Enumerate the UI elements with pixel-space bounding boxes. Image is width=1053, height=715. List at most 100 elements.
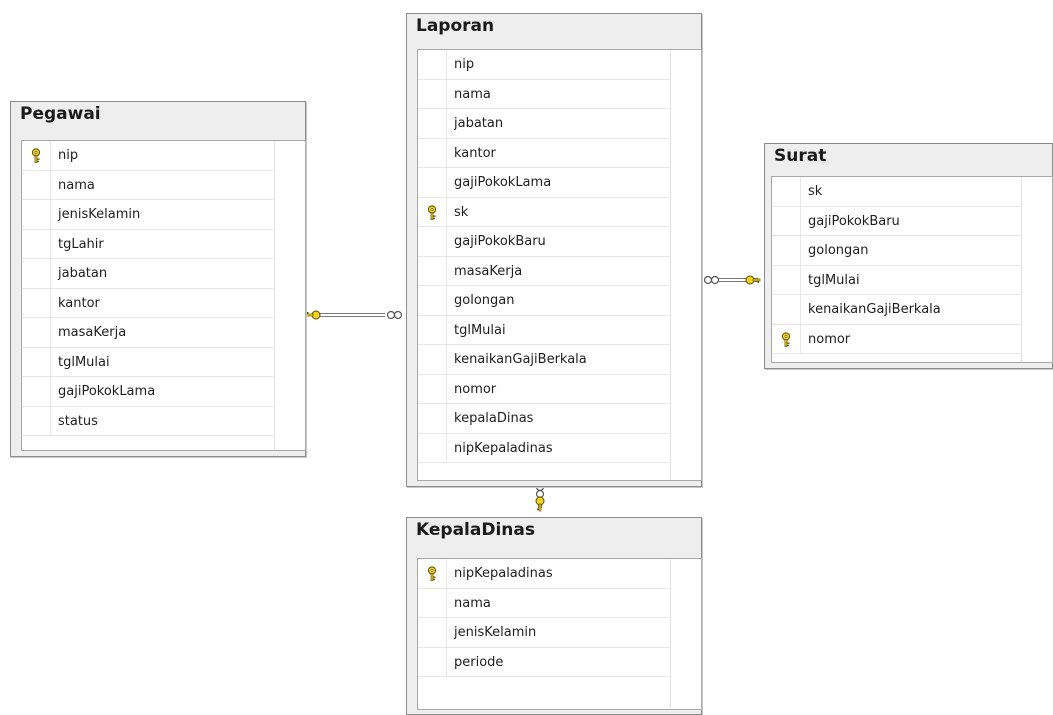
column-row[interactable]: tgLahir <box>22 229 275 259</box>
column-row[interactable]: tglMulai <box>418 315 671 345</box>
column-row[interactable]: kenaikanGajiBerkala <box>772 295 1022 325</box>
row-selector[interactable] <box>418 109 447 138</box>
key-icon <box>780 331 792 347</box>
key-icon <box>30 148 42 163</box>
row-selector[interactable] <box>418 315 447 344</box>
column-row[interactable]: sk <box>418 197 671 227</box>
row-selector[interactable] <box>418 433 447 462</box>
table-pegawai[interactable]: Pegawai nip nama jenisKelamin tgLahir jabata… <box>10 101 306 457</box>
column-name: nipKepaladinas <box>454 440 553 456</box>
table-surat[interactable]: Surat sk gajiPokokBaru golongan tglMulai ken… <box>764 143 1053 369</box>
row-selector[interactable] <box>418 50 447 79</box>
row-selector[interactable] <box>22 259 51 288</box>
column-row[interactable]: tglMulai <box>772 265 1022 295</box>
table-laporan[interactable]: Laporan nip nama jabatan kantor gajiPokokLam… <box>406 13 702 487</box>
row-selector[interactable] <box>772 206 801 235</box>
row-selector[interactable] <box>22 229 51 258</box>
column-name: nipKepaladinas <box>454 566 553 581</box>
table-title[interactable]: Laporan <box>416 16 494 36</box>
row-selector[interactable] <box>418 647 447 676</box>
row-selector[interactable] <box>418 588 447 617</box>
scrollbar[interactable] <box>1021 177 1052 362</box>
column-row[interactable]: gajiPokokBaru <box>772 206 1022 236</box>
relationship-pegawai-laporan[interactable] <box>305 310 403 320</box>
row-selector[interactable] <box>418 345 447 374</box>
column-row[interactable]: golongan <box>418 286 671 316</box>
row-selector[interactable] <box>22 170 51 199</box>
column-row[interactable]: nipKepaladinas <box>418 559 671 589</box>
column-row[interactable]: kantor <box>418 138 671 168</box>
column-row[interactable]: masaKerja <box>418 256 671 286</box>
key-icon <box>745 275 761 285</box>
column-grid: nip nama jenisKelamin tgLahir jabatan kantor m… <box>21 140 306 451</box>
row-selector[interactable] <box>418 374 447 403</box>
row-selector[interactable] <box>22 406 51 435</box>
column-row[interactable]: nomor <box>418 374 671 404</box>
infinity-icon <box>386 310 403 320</box>
row-selector[interactable] <box>418 138 447 167</box>
scrollbar[interactable] <box>274 141 305 450</box>
row-selector[interactable] <box>772 236 801 265</box>
key-icon <box>535 496 545 512</box>
scrollbar[interactable] <box>670 559 701 709</box>
row-selector[interactable] <box>22 318 51 347</box>
column-name: jabatan <box>454 116 504 131</box>
row-selector[interactable] <box>22 377 51 406</box>
column-row[interactable]: kepalaDinas <box>418 404 671 434</box>
row-selector[interactable] <box>418 256 447 285</box>
column-row[interactable]: gajiPokokLama <box>418 168 671 198</box>
column-row[interactable]: tglMulai <box>22 347 275 377</box>
column-row[interactable]: jenisKelamin <box>22 200 275 230</box>
column-row[interactable]: periode <box>418 647 671 677</box>
column-row[interactable]: jenisKelamin <box>418 618 671 648</box>
column-grid: nip nama jabatan kantor gajiPokokLama sk gajiP… <box>417 49 702 481</box>
column-row[interactable]: nama <box>418 79 671 109</box>
column-row[interactable]: nama <box>22 170 275 200</box>
row-selector[interactable] <box>418 559 447 588</box>
table-kepaladinas[interactable]: KepalaDinas nipKepaladinas nama jenisKelam… <box>406 517 702 715</box>
column-row[interactable]: nomor <box>772 324 1022 354</box>
row-selector[interactable] <box>772 324 801 353</box>
key-icon <box>426 204 438 220</box>
column-row[interactable]: jabatan <box>22 259 275 289</box>
column-name: nama <box>58 177 95 193</box>
row-selector[interactable] <box>418 79 447 108</box>
column-name: gajiPokokLama <box>454 175 552 190</box>
column-row[interactable]: nama <box>418 588 671 618</box>
row-selector[interactable] <box>22 200 51 229</box>
row-selector[interactable] <box>418 618 447 647</box>
table-title[interactable]: KepalaDinas <box>416 520 535 540</box>
table-title[interactable]: Pegawai <box>20 104 101 124</box>
row-selector[interactable] <box>772 295 801 324</box>
row-selector[interactable] <box>22 141 51 170</box>
row-selector[interactable] <box>418 404 447 433</box>
column-name: sk <box>808 184 823 199</box>
row-selector[interactable] <box>22 347 51 376</box>
column-row[interactable]: gajiPokokBaru <box>418 227 671 257</box>
scrollbar[interactable] <box>670 50 701 480</box>
row-selector[interactable] <box>418 286 447 315</box>
column-row[interactable]: masaKerja <box>22 318 275 348</box>
column-row[interactable]: kenaikanGajiBerkala <box>418 345 671 375</box>
column-row[interactable]: kantor <box>22 288 275 318</box>
row-selector[interactable] <box>418 168 447 197</box>
column-row[interactable]: sk <box>772 177 1022 207</box>
row-selector[interactable] <box>418 197 447 226</box>
column-row[interactable]: status <box>22 406 275 436</box>
column-grid: nipKepaladinas nama jenisKelamin periode <box>417 558 702 710</box>
row-selector[interactable] <box>772 265 801 294</box>
diagram-canvas: Pegawai nip nama jenisKelamin tgLahir jabata… <box>0 0 1053 715</box>
column-row[interactable]: golongan <box>772 236 1022 266</box>
row-selector[interactable] <box>22 288 51 317</box>
column-row[interactable]: nip <box>418 50 671 80</box>
column-row[interactable]: gajiPokokLama <box>22 377 275 407</box>
table-title[interactable]: Surat <box>774 146 826 166</box>
column-row[interactable]: nip <box>22 141 275 171</box>
row-selector[interactable] <box>418 227 447 256</box>
row-selector[interactable] <box>772 177 801 206</box>
column-row[interactable]: nipKepaladinas <box>418 433 671 463</box>
column-row[interactable]: jabatan <box>418 109 671 139</box>
column-name: jenisKelamin <box>58 207 141 222</box>
relationship-surat-laporan[interactable] <box>703 275 761 285</box>
column-name: golongan <box>808 243 869 258</box>
